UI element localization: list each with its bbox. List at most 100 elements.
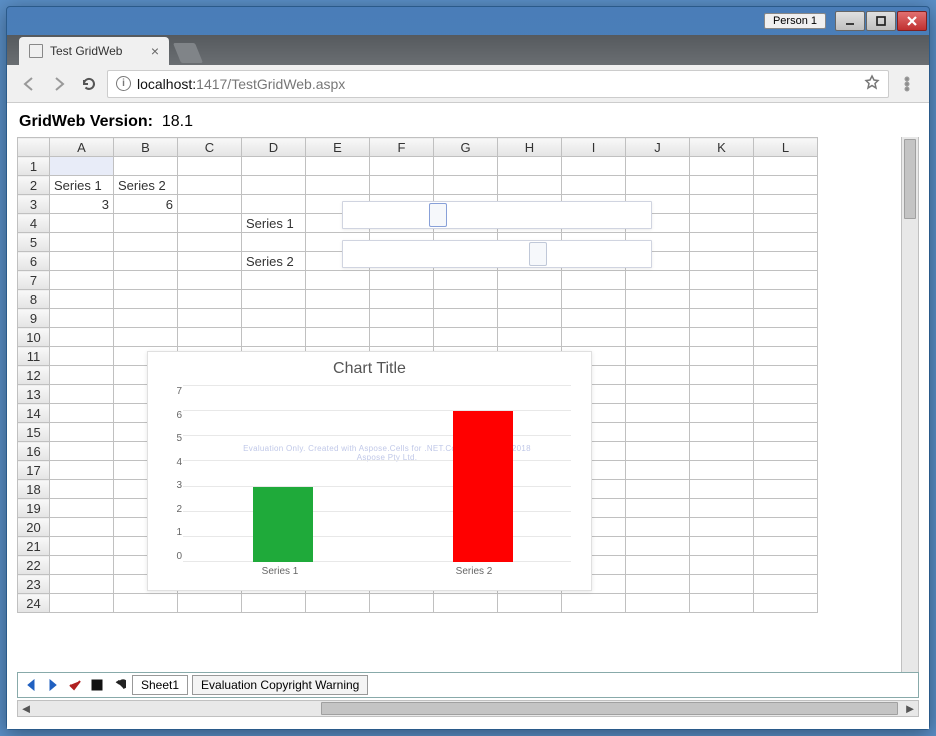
cell[interactable] — [178, 195, 242, 214]
cell[interactable] — [242, 233, 306, 252]
cell[interactable] — [50, 347, 114, 366]
scroll-right-button[interactable]: ► — [902, 701, 918, 716]
cell[interactable] — [754, 594, 818, 613]
cell[interactable] — [626, 594, 690, 613]
scrollbar-thumb[interactable] — [321, 702, 898, 715]
cell[interactable] — [50, 594, 114, 613]
cell[interactable] — [754, 461, 818, 480]
cell[interactable] — [370, 309, 434, 328]
cell[interactable] — [242, 290, 306, 309]
reload-button[interactable] — [77, 72, 101, 96]
tab-close-icon[interactable]: × — [151, 43, 159, 59]
cell[interactable] — [690, 385, 754, 404]
row-header[interactable]: 14 — [18, 404, 50, 423]
cell[interactable] — [306, 594, 370, 613]
row-header[interactable]: 1 — [18, 157, 50, 176]
cell[interactable] — [626, 442, 690, 461]
cell[interactable] — [754, 195, 818, 214]
row-header[interactable]: 7 — [18, 271, 50, 290]
cell[interactable] — [498, 290, 562, 309]
cell[interactable] — [690, 309, 754, 328]
cell[interactable] — [306, 271, 370, 290]
cell[interactable] — [626, 328, 690, 347]
cell[interactable] — [178, 309, 242, 328]
cell[interactable] — [754, 271, 818, 290]
row-header[interactable]: 10 — [18, 328, 50, 347]
cell[interactable] — [626, 347, 690, 366]
cell[interactable] — [434, 176, 498, 195]
column-header[interactable]: B — [114, 138, 178, 157]
cell[interactable] — [626, 385, 690, 404]
cell[interactable] — [754, 537, 818, 556]
minimize-button[interactable] — [835, 11, 865, 31]
cell[interactable] — [50, 157, 114, 176]
row-header[interactable]: 15 — [18, 423, 50, 442]
cell[interactable]: 6 — [114, 195, 178, 214]
cell[interactable] — [754, 499, 818, 518]
row-header[interactable]: 11 — [18, 347, 50, 366]
cell[interactable] — [690, 328, 754, 347]
cell[interactable] — [50, 290, 114, 309]
cell[interactable] — [178, 328, 242, 347]
cell[interactable] — [690, 575, 754, 594]
grid-viewport[interactable]: ABCDEFGHIJKL12Series 1Series 23364Series… — [17, 137, 919, 672]
cell[interactable] — [50, 328, 114, 347]
row-header[interactable]: 19 — [18, 499, 50, 518]
cell[interactable] — [690, 214, 754, 233]
cell[interactable] — [178, 233, 242, 252]
cell[interactable] — [690, 195, 754, 214]
cell[interactable] — [178, 214, 242, 233]
cell[interactable] — [626, 537, 690, 556]
cell[interactable] — [754, 385, 818, 404]
cell[interactable] — [370, 176, 434, 195]
row-header[interactable]: 20 — [18, 518, 50, 537]
row-header[interactable]: 6 — [18, 252, 50, 271]
cell[interactable] — [114, 233, 178, 252]
cell[interactable] — [178, 271, 242, 290]
cell[interactable] — [690, 556, 754, 575]
cell[interactable] — [434, 309, 498, 328]
cell[interactable] — [306, 290, 370, 309]
cell[interactable] — [50, 423, 114, 442]
cell[interactable] — [114, 328, 178, 347]
cell[interactable] — [754, 233, 818, 252]
cell[interactable] — [306, 328, 370, 347]
new-tab-button[interactable] — [173, 43, 203, 63]
cell[interactable] — [498, 309, 562, 328]
forward-button[interactable] — [47, 72, 71, 96]
cell[interactable] — [690, 290, 754, 309]
cell[interactable] — [242, 328, 306, 347]
cell[interactable] — [754, 157, 818, 176]
row-header[interactable]: 13 — [18, 385, 50, 404]
cell[interactable]: 3 — [50, 195, 114, 214]
cell[interactable] — [50, 575, 114, 594]
cell[interactable] — [626, 176, 690, 195]
row-header[interactable]: 12 — [18, 366, 50, 385]
column-header[interactable]: C — [178, 138, 242, 157]
url-input[interactable]: i localhost:1417/TestGridWeb.aspx — [107, 70, 889, 98]
cell[interactable] — [498, 157, 562, 176]
cell[interactable] — [754, 442, 818, 461]
close-button[interactable] — [897, 11, 927, 31]
column-header[interactable]: K — [690, 138, 754, 157]
cell[interactable] — [626, 556, 690, 575]
cell[interactable] — [562, 594, 626, 613]
cell[interactable] — [498, 271, 562, 290]
cell[interactable] — [690, 423, 754, 442]
cell[interactable] — [50, 309, 114, 328]
select-all-corner[interactable] — [18, 138, 50, 157]
cell[interactable] — [690, 518, 754, 537]
cell[interactable] — [434, 271, 498, 290]
cell[interactable] — [50, 366, 114, 385]
row-header[interactable]: 23 — [18, 575, 50, 594]
cell[interactable] — [754, 366, 818, 385]
cell[interactable] — [50, 537, 114, 556]
cell[interactable] — [690, 157, 754, 176]
cell[interactable]: Series 2 — [242, 252, 306, 271]
cell[interactable] — [626, 499, 690, 518]
cell[interactable] — [50, 404, 114, 423]
cell[interactable] — [434, 157, 498, 176]
cell[interactable] — [50, 480, 114, 499]
cell[interactable] — [114, 214, 178, 233]
cell[interactable] — [626, 157, 690, 176]
